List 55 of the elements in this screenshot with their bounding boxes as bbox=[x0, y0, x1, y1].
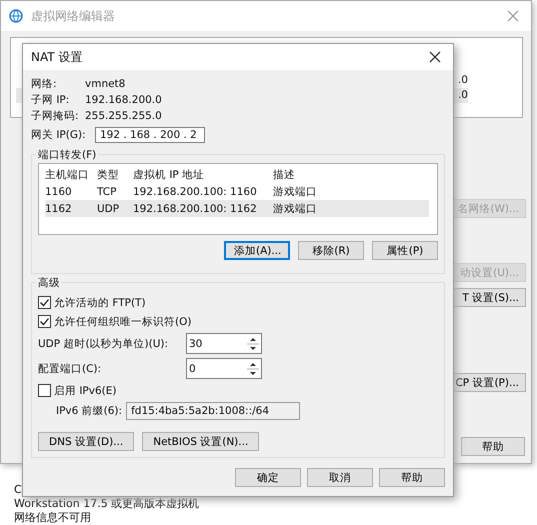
prefix-field[interactable]: fd15:4ba5:5a2b:1008::/64 bbox=[126, 402, 300, 420]
field-label: 子网掩码: bbox=[31, 109, 80, 123]
table-cell: .0 bbox=[458, 73, 468, 88]
status-text: 网络信息不可用 bbox=[14, 511, 92, 525]
table-cell-text: 1162 bbox=[45, 202, 73, 214]
group-title: 高级 bbox=[36, 276, 62, 290]
dialog-button[interactable]: 取消 bbox=[307, 468, 373, 487]
field-label: UDP 超时(以秒为单位)(U): bbox=[38, 336, 170, 350]
checkbox-label[interactable]: 允许任何组织唯一标识符(O) bbox=[54, 314, 192, 328]
status-text: C bbox=[14, 483, 23, 497]
close-icon[interactable] bbox=[429, 51, 441, 63]
field-label: 配置端口(C): bbox=[38, 362, 102, 376]
table-row[interactable]: 1160 TCP 192.168.200.100: 1160 游戏端口 bbox=[45, 183, 429, 200]
checkbox[interactable] bbox=[38, 315, 51, 328]
checkbox-label[interactable]: 启用 IPv6(E) bbox=[54, 384, 116, 398]
checkbox[interactable] bbox=[38, 384, 51, 397]
table-cell-text: UDP bbox=[97, 202, 120, 214]
checkbox[interactable] bbox=[38, 296, 51, 309]
field-label: IPv6 前缀(6): bbox=[56, 404, 122, 418]
group-title: 端口转发(F) bbox=[36, 148, 98, 162]
field-value: 255.255.255.0 bbox=[85, 110, 162, 122]
field-label: 网络: bbox=[31, 77, 58, 91]
field-value: 192.168.200.0 bbox=[85, 94, 162, 106]
settings-button[interactable]: NetBIOS 设置(N)... bbox=[142, 432, 260, 451]
status-text: Workstation 17.5 或更高版本虚拟机 bbox=[14, 497, 200, 511]
table-cell-text: 1160 bbox=[45, 186, 73, 198]
column-header[interactable]: 类型 bbox=[97, 168, 133, 182]
dialog-button[interactable]: 确定 bbox=[235, 468, 301, 487]
table-cell: .0 bbox=[458, 88, 468, 103]
globe-icon bbox=[9, 9, 23, 23]
number-spinner[interactable]: 30 bbox=[186, 333, 262, 354]
settings-button[interactable]: DNS 设置(D)... bbox=[38, 432, 134, 451]
table-cell-text: TCP bbox=[97, 186, 118, 198]
table-action-button[interactable]: 移除(R) bbox=[298, 241, 364, 260]
settings-button[interactable]: T 设置(S)... bbox=[453, 288, 526, 307]
table-action-button[interactable]: 属性(P) bbox=[372, 241, 438, 260]
dialog-button[interactable]: 帮助 bbox=[379, 468, 445, 487]
column-header[interactable]: 描述 bbox=[273, 168, 295, 182]
table-cell-text: 192.168.200.100: 1162 bbox=[133, 202, 258, 214]
table-action-button[interactable]: 添加(A)... bbox=[224, 241, 290, 260]
number-spinner[interactable]: 0 bbox=[186, 358, 262, 379]
ip-field[interactable]: 192 . 168 . 200 . 2 bbox=[95, 127, 205, 143]
table-row[interactable]: 1162 UDP 192.168.200.100: 1162 游戏端口 bbox=[45, 200, 429, 217]
column-header[interactable]: 主机端口 bbox=[45, 168, 97, 182]
dialog-title: NAT 设置 bbox=[31, 48, 82, 66]
field-value: vmnet8 bbox=[85, 78, 126, 90]
checkbox-label[interactable]: 允许活动的 FTP(T) bbox=[54, 296, 146, 310]
table-cell: 游戏端口 bbox=[273, 202, 317, 216]
column-header[interactable]: 虚拟机 IP 地址 bbox=[133, 168, 273, 182]
table-cell: 游戏端口 bbox=[273, 184, 317, 198]
field-label: 子网 IP: bbox=[31, 93, 70, 107]
window-title: 虚拟网络编辑器 bbox=[31, 8, 115, 24]
table-cell-text: 192.168.200.100: 1160 bbox=[133, 186, 258, 198]
field-label: 网关 IP(G): bbox=[31, 128, 87, 142]
help-button[interactable]: 帮助 bbox=[461, 437, 525, 456]
